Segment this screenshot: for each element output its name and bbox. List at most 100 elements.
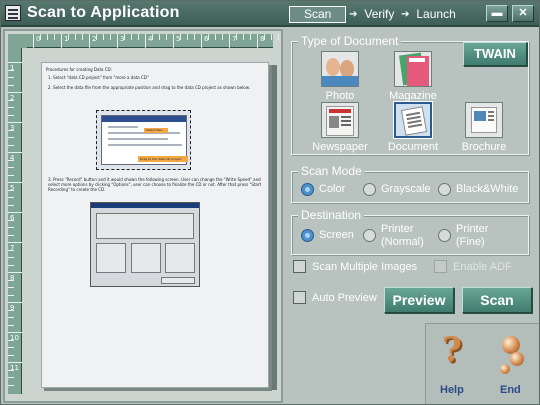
ruler-tick <box>8 272 22 273</box>
preview-button[interactable]: Preview <box>384 287 454 313</box>
document-icon <box>394 102 432 138</box>
scan-mode-color-radio[interactable]: Color <box>301 183 345 196</box>
doc-type-photo[interactable]: Photo <box>307 51 373 102</box>
ruler-number: 9 <box>10 304 15 312</box>
close-button[interactable]: ✕ <box>512 5 534 22</box>
document-line: 2. Select the data file from the appropr… <box>48 85 250 90</box>
step-arrow-icon: ➔ <box>401 9 410 20</box>
help-icon[interactable]: ? <box>442 330 462 370</box>
ruler-number: 1 <box>10 64 15 72</box>
scan-mode-grayscale-radio[interactable]: Grayscale <box>363 183 431 196</box>
document-type-title: Type of Document <box>298 34 402 48</box>
scan-button[interactable]: Scan <box>462 287 532 313</box>
ruler-number: 6 <box>10 214 15 222</box>
doc-type-label: Magazine <box>389 90 437 102</box>
ruler-number: 7 <box>10 244 15 252</box>
scan-mode-bw-radio[interactable]: Black&White <box>438 183 518 196</box>
ruler-tick <box>8 167 14 168</box>
destination-printer-normal-radio[interactable]: Printer (Normal) <box>363 223 424 249</box>
ruler-tick <box>8 92 22 93</box>
doc-type-magazine[interactable]: Magazine <box>380 51 446 102</box>
doc-type-brochure[interactable]: Brochure <box>451 102 517 153</box>
ruler-tick <box>8 249 14 251</box>
ruler-tick <box>131 34 132 40</box>
checkbox-label: Auto Preview <box>312 291 377 304</box>
preview-area[interactable]: 012345678 1 2 3 4 5 6 7 8 9 10 11 Procedures for c… <box>3 29 283 403</box>
ruler-tick <box>8 219 14 221</box>
ruler-tick <box>68 34 69 40</box>
doc-type-label: Brochure <box>461 141 507 153</box>
minimize-button[interactable]: ▬ <box>486 5 508 22</box>
end-button[interactable]: End <box>500 384 521 396</box>
twain-button[interactable]: TWAIN <box>463 42 527 66</box>
radio-icon <box>438 183 451 196</box>
ruler-tick <box>8 279 14 281</box>
ruler-tick <box>229 34 230 48</box>
ruler-tick <box>8 294 14 296</box>
help-end-panel: ? Help End <box>425 323 539 404</box>
ruler-tick <box>264 34 265 40</box>
newspaper-icon <box>321 102 359 138</box>
destination-printer-fine-radio[interactable]: Printer (Fine) <box>438 223 488 249</box>
radio-selected-icon <box>301 183 314 196</box>
photo-icon <box>321 51 359 87</box>
scan-to-application-window: Scan to Application Scan ➔ Verify ➔ Laun… <box>0 0 540 405</box>
radio-label: (Normal) <box>381 236 424 248</box>
ruler-tick <box>8 309 14 311</box>
ruler-tick <box>61 34 62 48</box>
checkbox-icon <box>293 291 306 304</box>
doc-type-newspaper[interactable]: Newspaper <box>307 102 373 153</box>
radio-label: Printer <box>381 223 414 235</box>
doc-type-label: Photo <box>325 90 355 102</box>
ruler-tick <box>47 34 48 40</box>
ruler-tick <box>8 234 14 236</box>
step-verify[interactable]: Verify <box>360 7 398 22</box>
ruler-tick <box>33 34 34 48</box>
ruler-tick <box>8 137 14 138</box>
ruler-tick <box>124 34 125 40</box>
step-arrow-icon: ➔ <box>349 9 358 20</box>
ruler-tick <box>8 212 22 213</box>
ruler-tick <box>8 302 22 303</box>
auto-preview-checkbox[interactable]: Auto Preview <box>293 291 377 304</box>
ruler-tick <box>8 152 22 153</box>
scanned-page-preview[interactable]: Procedures for creating Data CD: 1. Sele… <box>41 62 269 388</box>
radio-icon <box>363 183 376 196</box>
ruler-tick <box>215 34 216 40</box>
ruler-tick <box>8 84 14 86</box>
ruler-number: 3 <box>10 124 15 132</box>
scan-multiple-images-checkbox[interactable]: Scan Multiple Images <box>293 260 417 273</box>
ruler-number: 8 <box>10 274 15 282</box>
ruler-tick <box>8 227 14 228</box>
destination-screen-radio[interactable]: Screen <box>301 229 354 242</box>
radio-icon <box>438 229 451 242</box>
vertical-ruler: 1 2 3 4 5 6 7 8 9 10 11 <box>8 48 22 394</box>
checkbox-label: Enable ADF <box>453 260 512 273</box>
checkbox-icon <box>293 260 306 273</box>
enable-adf-checkbox[interactable]: Enable ADF <box>434 260 512 273</box>
ruler-tick <box>96 34 97 40</box>
ruler-tick <box>8 287 14 288</box>
ruler-number: 10 <box>10 334 19 342</box>
ruler-tick <box>257 34 258 48</box>
ruler-tick <box>8 369 14 371</box>
ruler-tick <box>8 77 14 78</box>
step-launch[interactable]: Launch <box>412 7 459 22</box>
ruler-tick <box>8 144 14 146</box>
app-menu-icon[interactable] <box>5 5 21 21</box>
doc-type-label: Document <box>387 141 439 153</box>
doc-type-document[interactable]: Document <box>380 102 446 153</box>
document-line: 1. Select "data CD project" from "more a… <box>48 75 149 80</box>
ruler-tick <box>8 264 14 266</box>
step-scan[interactable]: Scan <box>289 6 347 23</box>
document-line: Recording" to create the CD. <box>48 187 106 192</box>
ruler-tick <box>8 107 14 108</box>
ruler-number: 2 <box>10 94 15 102</box>
document-line: Procedures for creating Data CD: <box>46 67 112 72</box>
ruler-tick <box>8 129 14 131</box>
ruler-tick <box>208 34 209 40</box>
ruler-tick <box>222 34 223 40</box>
ruler-tick <box>8 197 14 198</box>
help-button[interactable]: Help <box>440 384 464 396</box>
ruler-tick <box>138 34 139 40</box>
